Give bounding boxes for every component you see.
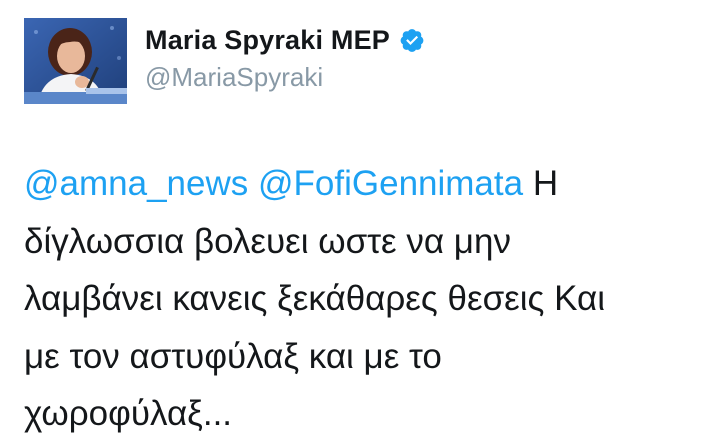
tweet-card: Maria Spyraki MEP @MariaSpyraki @amna_ne… [0, 0, 707, 437]
tweet-text: @amna_news @FofiGennimata Η δίγλωσσια βο… [24, 155, 704, 443]
tweet-text-segment: Η [532, 164, 559, 203]
tweet-line-2: δίγλωσσια βολευει ωστε να μην [24, 221, 511, 261]
tweet-line-4: με τον αστυφύλαξ και με το [24, 336, 442, 376]
tweet-line-3: λαμβάνει κανεις ξεκάθαρες θεσεις Και [24, 279, 606, 318]
user-handle[interactable]: @MariaSpyraki [145, 60, 425, 94]
name-row: Maria Spyraki MEP [145, 20, 425, 60]
verified-badge-icon [399, 27, 425, 53]
author-avatar[interactable] [24, 18, 127, 104]
profile-photo [24, 18, 127, 104]
tweet-line-5: χωροφύλαξ... [24, 394, 233, 433]
display-name[interactable]: Maria Spyraki MEP [145, 25, 390, 56]
mention-link[interactable]: @amna_news [24, 164, 248, 203]
author-info: Maria Spyraki MEP @MariaSpyraki [145, 20, 425, 94]
tweet-line-1: @amna_news @FofiGennimata Η [24, 155, 704, 213]
mention-link[interactable]: @FofiGennimata [258, 164, 523, 203]
